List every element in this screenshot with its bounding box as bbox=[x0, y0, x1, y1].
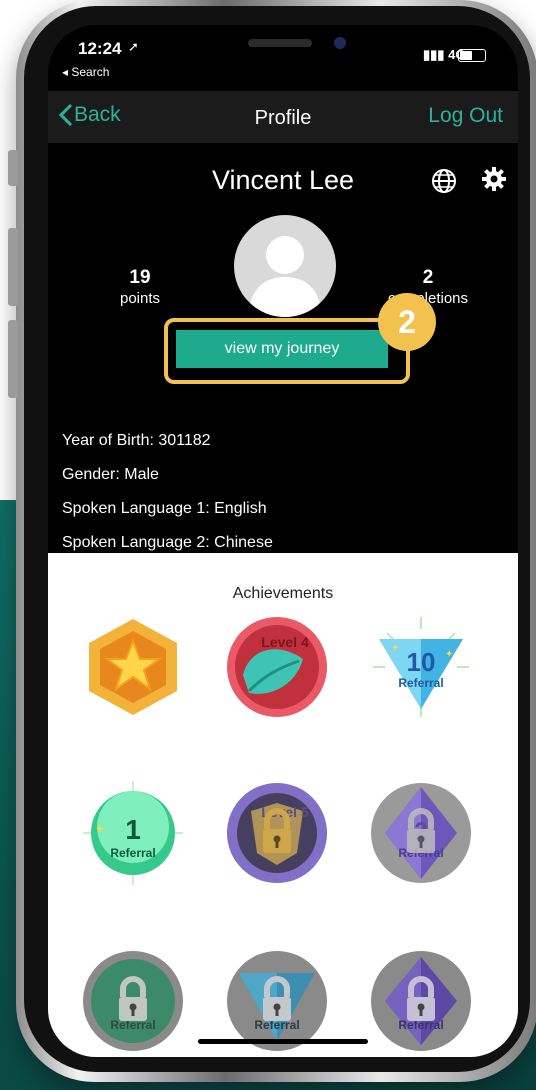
level-5-badge[interactable]: Level 5 bbox=[225, 781, 329, 885]
2-referral-badge[interactable]: 2 Referral bbox=[369, 781, 473, 885]
journey-highlight-frame: view my journey bbox=[164, 318, 410, 384]
level-4-badge[interactable]: Level 4 bbox=[225, 615, 329, 719]
points-label: points bbox=[119, 290, 161, 307]
spoken-language-2: Spoken Language 2: Chinese bbox=[62, 534, 273, 551]
star-hexagon-badge[interactable] bbox=[81, 615, 185, 719]
volume-down-button bbox=[8, 320, 18, 398]
svg-text:1: 1 bbox=[125, 814, 141, 845]
svg-text:✦: ✦ bbox=[445, 649, 453, 660]
front-camera bbox=[334, 37, 346, 49]
10-referral-badge[interactable]: 10 Referral ✦ ✦ bbox=[369, 615, 473, 719]
back-to-search-link[interactable]: ◂ Search bbox=[62, 65, 109, 79]
battery-icon bbox=[458, 49, 486, 62]
step-callout-badge: 2 bbox=[378, 293, 436, 351]
completions-value: 2 bbox=[422, 267, 434, 288]
achievements-title: Achievements bbox=[232, 585, 334, 602]
globe-icon[interactable] bbox=[430, 167, 458, 200]
profile-section: Vincent Lee 19 points 2 completions view… bbox=[48, 143, 518, 553]
referral-green-badge[interactable]: Referral bbox=[81, 949, 185, 1053]
mute-switch bbox=[8, 150, 18, 186]
navigation-bar: Back Profile Log Out bbox=[48, 91, 518, 143]
default-user-icon bbox=[248, 236, 322, 317]
gear-icon[interactable] bbox=[480, 165, 508, 198]
location-arrow-icon: ➚ bbox=[128, 39, 139, 54]
home-indicator[interactable] bbox=[198, 1039, 368, 1044]
svg-text:10: 10 bbox=[407, 647, 436, 677]
gender: Gender: Male bbox=[62, 466, 159, 483]
speaker bbox=[248, 39, 312, 47]
avatar[interactable] bbox=[234, 215, 336, 317]
logout-button[interactable]: Log Out bbox=[428, 104, 503, 128]
view-my-journey-button[interactable]: view my journey bbox=[176, 330, 388, 368]
svg-text:Level 4: Level 4 bbox=[261, 634, 309, 650]
referral-triangle-badge[interactable]: Referral bbox=[225, 949, 329, 1053]
svg-text:✦: ✦ bbox=[391, 643, 399, 654]
achievements-section: Achievements Level 4 10 Referral ✦ ✦ 1 R… bbox=[48, 553, 518, 1057]
year-of-birth: Year of Birth: 301182 bbox=[62, 432, 211, 449]
spoken-language-1: Spoken Language 1: English bbox=[62, 500, 267, 517]
svg-text:Referral: Referral bbox=[398, 676, 443, 690]
status-time: 12:24 bbox=[78, 39, 122, 58]
referral-purple-badge[interactable]: Referral bbox=[369, 949, 473, 1053]
svg-text:✦: ✦ bbox=[95, 822, 105, 836]
svg-text:Referral: Referral bbox=[110, 846, 155, 860]
points-value: 19 bbox=[129, 267, 151, 288]
1-referral-badge[interactable]: 1 Referral ✦ bbox=[81, 781, 185, 885]
volume-up-button bbox=[8, 228, 18, 306]
points-stat: 19 points bbox=[80, 267, 200, 307]
phone-screen: 12:24 ➚ ◂ Search ▮▮▮ 4G Back Profile Log… bbox=[48, 25, 518, 1057]
notch bbox=[168, 25, 398, 71]
signal-bars-icon: ▮▮▮ bbox=[423, 47, 445, 62]
